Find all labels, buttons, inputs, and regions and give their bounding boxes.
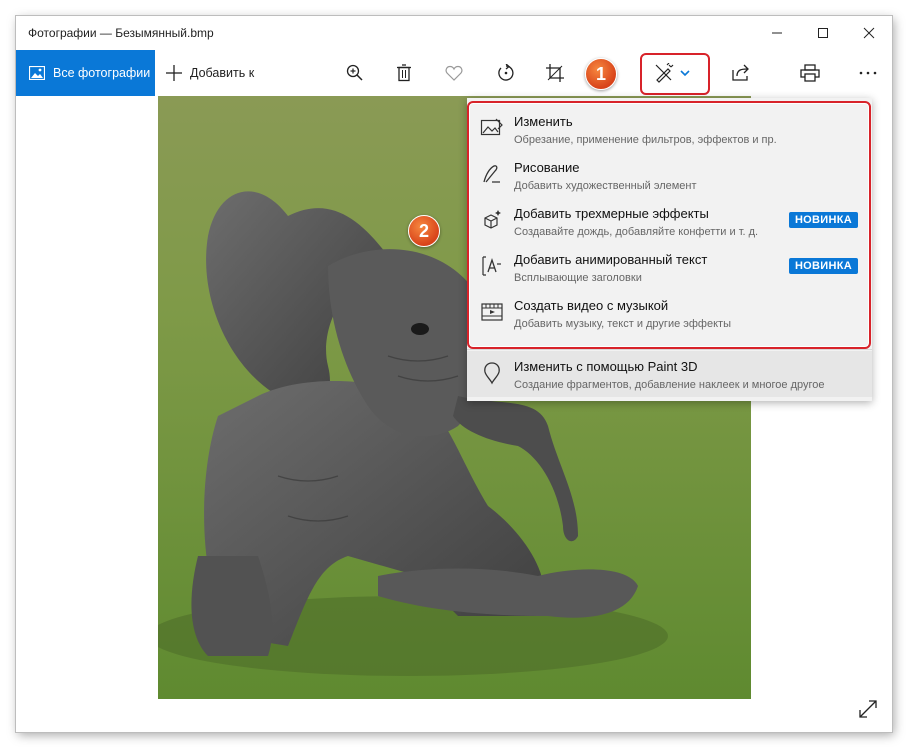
maximize-icon: [818, 28, 828, 38]
rotate-icon: [498, 64, 514, 81]
add-to-button[interactable]: Добавить к: [166, 50, 254, 96]
minimize-button[interactable]: [754, 16, 800, 50]
title-bar: Фотографии — Безымянный.bmp: [16, 16, 892, 50]
expand-icon: [859, 700, 877, 718]
annotation-badge-2: 2: [408, 215, 440, 247]
delete-icon: [397, 64, 411, 82]
delete-button[interactable]: [384, 50, 424, 96]
all-photos-label: Все фотографии: [53, 66, 151, 80]
share-button[interactable]: [721, 50, 761, 96]
more-icon: [859, 71, 877, 75]
close-icon: [863, 27, 875, 39]
fullscreen-button[interactable]: [854, 695, 882, 723]
menu-item-title: Изменить с помощью Paint 3D: [514, 359, 698, 374]
favorite-button[interactable]: [434, 50, 474, 96]
photos-app-window: Фотографии — Безымянный.bmp Все фотограф…: [16, 16, 892, 732]
zoom-icon: [346, 64, 363, 81]
command-bar: Все фотографии Добавить к 1: [16, 50, 892, 96]
all-photos-button[interactable]: Все фотографии: [16, 50, 155, 96]
rotate-button[interactable]: [486, 50, 526, 96]
photo-icon: [29, 66, 45, 80]
add-to-label: Добавить к: [190, 66, 255, 80]
share-icon: [732, 64, 749, 81]
crop-button[interactable]: [535, 50, 575, 96]
more-button[interactable]: [848, 50, 888, 96]
maximize-button[interactable]: [800, 16, 846, 50]
crop-icon: [546, 64, 564, 82]
plus-icon: [166, 65, 182, 81]
zoom-button[interactable]: [335, 50, 375, 96]
annotation-badge-1: 1: [585, 58, 617, 90]
menu-item-subtitle: Создание фрагментов, добавление наклеек …: [514, 379, 825, 391]
highlight-box-menu-items: [467, 101, 871, 349]
minimize-icon: [772, 32, 782, 34]
favorite-icon: [445, 65, 463, 81]
close-button[interactable]: [846, 16, 892, 50]
print-button[interactable]: [790, 50, 830, 96]
menu-item-paint-3d[interactable]: Изменить с помощью Paint 3D Создание фра…: [467, 351, 872, 397]
menu-divider: [467, 349, 872, 350]
print-icon: [800, 64, 820, 82]
paint3d-icon: [484, 362, 500, 385]
highlight-box-edit-button: [640, 53, 710, 95]
window-title: Фотографии — Безымянный.bmp: [28, 26, 214, 40]
